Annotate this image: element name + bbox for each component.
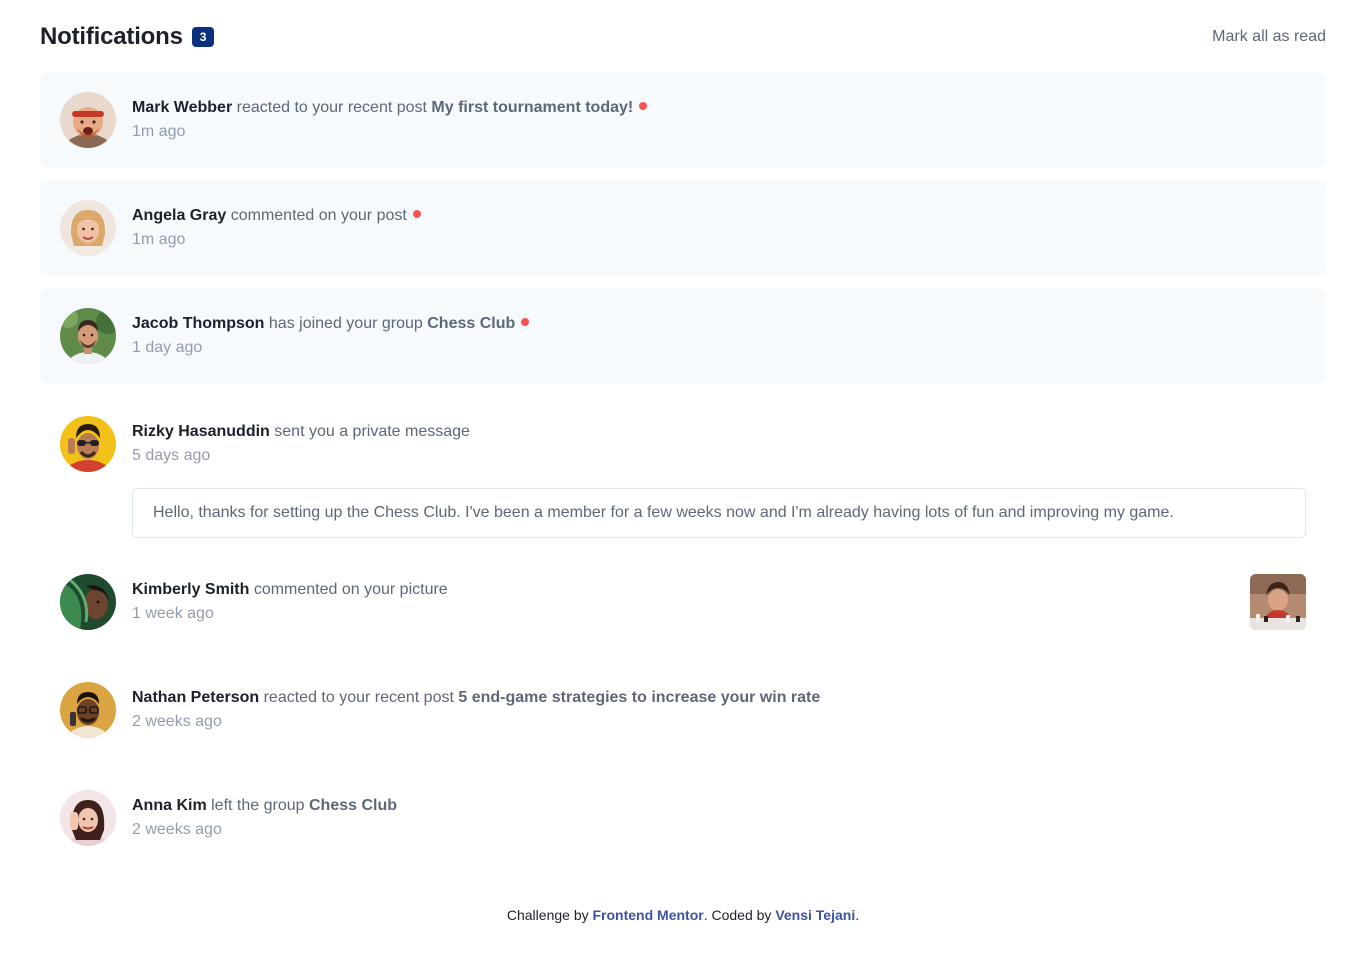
notification-action: has joined your group: [268, 315, 423, 332]
user-name-link[interactable]: Rizky Hasanuddin: [132, 423, 270, 440]
private-message-preview[interactable]: Hello, thanks for setting up the Chess C…: [132, 488, 1306, 538]
notification-time: 2 weeks ago: [132, 821, 222, 838]
post-link[interactable]: My first tournament today!: [431, 99, 633, 116]
user-name-link[interactable]: Jacob Thompson: [132, 315, 264, 332]
notification-action: sent you a private message: [274, 423, 470, 440]
notification-action: left the group: [211, 797, 305, 814]
notification-item[interactable]: Jacob Thompson has joined your group Che…: [40, 288, 1326, 384]
notification-time: 2 weeks ago: [132, 713, 222, 730]
notification-time: 1m ago: [132, 123, 186, 140]
chess-picture-thumbnail[interactable]: [1250, 574, 1306, 630]
notification-time: 5 days ago: [132, 447, 211, 464]
notification-text: Nathan Peterson reacted to your recent p…: [132, 688, 1306, 708]
notification-item[interactable]: Rizky Hasanuddin sent you a private mess…: [40, 396, 1326, 542]
avatar-nathan-peterson[interactable]: [60, 682, 116, 738]
group-link[interactable]: Chess Club: [309, 797, 397, 814]
notification-action: commented on your post: [230, 207, 407, 224]
notification-item[interactable]: Anna Kim left the group Chess Club 2 wee…: [40, 770, 1326, 866]
avatar-kimberly-smith[interactable]: [60, 574, 116, 630]
avatar-jacob-thompson[interactable]: [60, 308, 116, 364]
author-link[interactable]: Vensi Tejani: [775, 907, 855, 923]
notification-item[interactable]: Mark Webber reacted to your recent post …: [40, 72, 1326, 168]
user-name-link[interactable]: Angela Gray: [132, 207, 226, 224]
notification-text: Angela Gray commented on your post: [132, 206, 1306, 226]
avatar-rizky-hasanuddin[interactable]: [60, 416, 116, 472]
title-group: Notifications 3: [40, 23, 215, 51]
post-link[interactable]: 5 end-game strategies to increase your w…: [458, 689, 820, 706]
attribution-suffix: .: [855, 907, 860, 923]
notification-list: Mark Webber reacted to your recent post …: [40, 72, 1326, 878]
notification-content: Rizky Hasanuddin sent you a private mess…: [132, 416, 1306, 466]
page-title: Notifications: [40, 23, 183, 50]
avatar-anna-kim[interactable]: [60, 790, 116, 846]
notification-text: Kimberly Smith commented on your picture: [132, 580, 1306, 600]
group-link[interactable]: Chess Club: [427, 315, 515, 332]
unread-dot-icon: [412, 210, 421, 218]
notification-item[interactable]: Kimberly Smith commented on your picture…: [40, 554, 1326, 650]
avatar-angela-gray[interactable]: [60, 200, 116, 256]
notification-action: commented on your picture: [253, 581, 448, 598]
notifications-page: Notifications 3 Mark all as read Mark We…: [0, 0, 1366, 968]
attribution-middle: . Coded by: [703, 907, 772, 923]
frontend-mentor-link[interactable]: Frontend Mentor: [593, 907, 704, 923]
user-name-link[interactable]: Mark Webber: [132, 99, 232, 116]
user-name-link[interactable]: Anna Kim: [132, 797, 207, 814]
notification-time: 1 day ago: [132, 339, 203, 356]
notification-action: reacted to your recent post: [263, 689, 454, 706]
notification-content: Kimberly Smith commented on your picture…: [132, 574, 1306, 624]
notification-text: Mark Webber reacted to your recent post …: [132, 98, 1306, 118]
notification-content: Anna Kim left the group Chess Club 2 wee…: [132, 790, 1306, 840]
notification-text: Anna Kim left the group Chess Club: [132, 796, 1306, 816]
avatar-mark-webber[interactable]: [60, 92, 116, 148]
header: Notifications 3 Mark all as read: [40, 22, 1326, 52]
notification-content: Nathan Peterson reacted to your recent p…: [132, 682, 1306, 732]
notification-time: 1 week ago: [132, 605, 214, 622]
notification-content: Mark Webber reacted to your recent post …: [132, 92, 1306, 142]
attribution-footer: Challenge by Frontend Mentor. Coded by V…: [0, 907, 1366, 923]
notification-content: Jacob Thompson has joined your group Che…: [132, 308, 1306, 358]
notification-item[interactable]: Angela Gray commented on your post 1m ag…: [40, 180, 1326, 276]
notification-action: reacted to your recent post: [236, 99, 427, 116]
unread-count-badge: 3: [191, 27, 215, 47]
unread-dot-icon: [521, 318, 530, 326]
attribution-prefix: Challenge by: [506, 907, 589, 923]
notification-item[interactable]: Nathan Peterson reacted to your recent p…: [40, 662, 1326, 758]
notification-text: Rizky Hasanuddin sent you a private mess…: [132, 422, 1306, 442]
notification-text: Jacob Thompson has joined your group Che…: [132, 314, 1306, 334]
user-name-link[interactable]: Nathan Peterson: [132, 689, 259, 706]
notification-content: Angela Gray commented on your post 1m ag…: [132, 200, 1306, 250]
unread-dot-icon: [639, 102, 648, 110]
notification-time: 1m ago: [132, 231, 186, 248]
mark-all-as-read-button[interactable]: Mark all as read: [1212, 28, 1326, 46]
user-name-link[interactable]: Kimberly Smith: [132, 581, 249, 598]
